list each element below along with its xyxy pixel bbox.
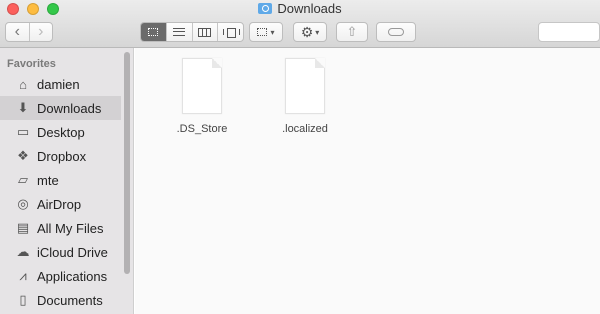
airdrop-icon: ◎ xyxy=(17,196,29,211)
home-icon: ⌂ xyxy=(19,76,27,92)
folder-icon: ▱ xyxy=(18,172,28,187)
sidebar-heading-favorites: Favorites xyxy=(7,58,56,70)
sidebar-item-label: Dropbox xyxy=(37,148,87,164)
column-view-icon xyxy=(198,27,212,37)
chevron-down-icon: ▾ xyxy=(270,27,275,37)
sidebar: Favorites ⌂ damien ⬇ Downloads ▭ Desktop… xyxy=(0,48,134,314)
document-file-icon xyxy=(182,58,222,114)
navigation-group: ‹ › xyxy=(5,22,53,42)
sidebar-item-label: All My Files xyxy=(37,220,104,236)
sidebar-item-label: AirDrop xyxy=(37,196,82,212)
desktop-icon: ▭ xyxy=(16,124,30,139)
view-mode-group xyxy=(140,22,244,42)
cover-flow-icon xyxy=(223,28,241,38)
downloads-folder-icon xyxy=(258,3,273,14)
action-button[interactable]: ⚙ ▾ xyxy=(293,22,327,42)
sidebar-item-damien[interactable]: ⌂ damien xyxy=(0,72,121,96)
cloud-icon: ☁ xyxy=(16,244,30,259)
icon-view-icon xyxy=(148,28,159,36)
file-name: .DS_Store xyxy=(176,123,228,135)
sidebar-item-label: Downloads xyxy=(37,100,102,116)
list-view-button[interactable] xyxy=(165,23,192,41)
document-file-icon xyxy=(285,58,325,114)
all-files-icon: ▤ xyxy=(16,220,30,235)
file-name: .localized xyxy=(282,123,328,135)
search-field[interactable] xyxy=(538,22,600,42)
document-icon: ▯ xyxy=(19,292,27,307)
gear-icon: ⚙ xyxy=(300,23,314,40)
finder-window: Downloads ‹ › ▾ ⚙ ▾ ⇧ Favorites ⌂ damien… xyxy=(0,0,600,314)
window-title: Downloads xyxy=(0,1,600,16)
sidebar-item-label: damien xyxy=(37,76,80,92)
forward-button[interactable]: › xyxy=(28,23,53,41)
sidebar-item-all-my-files[interactable]: ▤ All My Files xyxy=(0,216,121,240)
toolbar: Downloads ‹ › ▾ ⚙ ▾ ⇧ xyxy=(0,0,600,48)
arrange-button[interactable]: ▾ xyxy=(249,22,283,42)
window-title-text: Downloads xyxy=(277,1,342,16)
file-area: .DS_Store .localized xyxy=(135,48,600,314)
sidebar-item-icloud-drive[interactable]: ☁ iCloud Drive xyxy=(0,240,121,264)
sidebar-item-documents[interactable]: ▯ Documents xyxy=(0,288,121,312)
sidebar-item-airdrop[interactable]: ◎ AirDrop xyxy=(0,192,121,216)
sidebar-item-label: Desktop xyxy=(37,124,85,140)
back-button[interactable]: ‹ xyxy=(6,23,29,41)
sidebar-item-label: mte xyxy=(37,172,59,188)
sidebar-item-label: iCloud Drive xyxy=(37,244,108,260)
dropbox-icon: ❖ xyxy=(17,148,29,163)
arrange-icon xyxy=(257,28,268,36)
sidebar-item-applications[interactable]: ⩘ Applications xyxy=(0,264,121,288)
sidebar-item-dropbox[interactable]: ❖ Dropbox xyxy=(0,144,121,168)
sidebar-item-mte[interactable]: ▱ mte xyxy=(0,168,121,192)
sidebar-item-desktop[interactable]: ▭ Desktop xyxy=(0,120,121,144)
sidebar-item-downloads[interactable]: ⬇ Downloads xyxy=(0,96,121,120)
share-button[interactable]: ⇧ xyxy=(336,22,368,42)
tag-icon xyxy=(388,28,404,36)
list-view-icon xyxy=(173,28,186,36)
cover-flow-button[interactable] xyxy=(217,23,243,41)
applications-icon: ⩘ xyxy=(19,268,27,283)
file-item[interactable]: .localized xyxy=(265,58,345,135)
sidebar-scrollbar[interactable] xyxy=(124,52,130,274)
download-icon: ⬇ xyxy=(17,100,29,115)
sidebar-item-label: Applications xyxy=(37,268,108,284)
file-item[interactable]: .DS_Store xyxy=(162,58,242,135)
share-icon: ⇧ xyxy=(346,24,358,39)
chevron-down-icon: ▾ xyxy=(315,27,320,37)
sidebar-item-label: Documents xyxy=(37,292,103,308)
column-view-button[interactable] xyxy=(191,23,218,41)
tag-button[interactable] xyxy=(376,22,416,42)
icon-view-button[interactable] xyxy=(141,23,166,41)
